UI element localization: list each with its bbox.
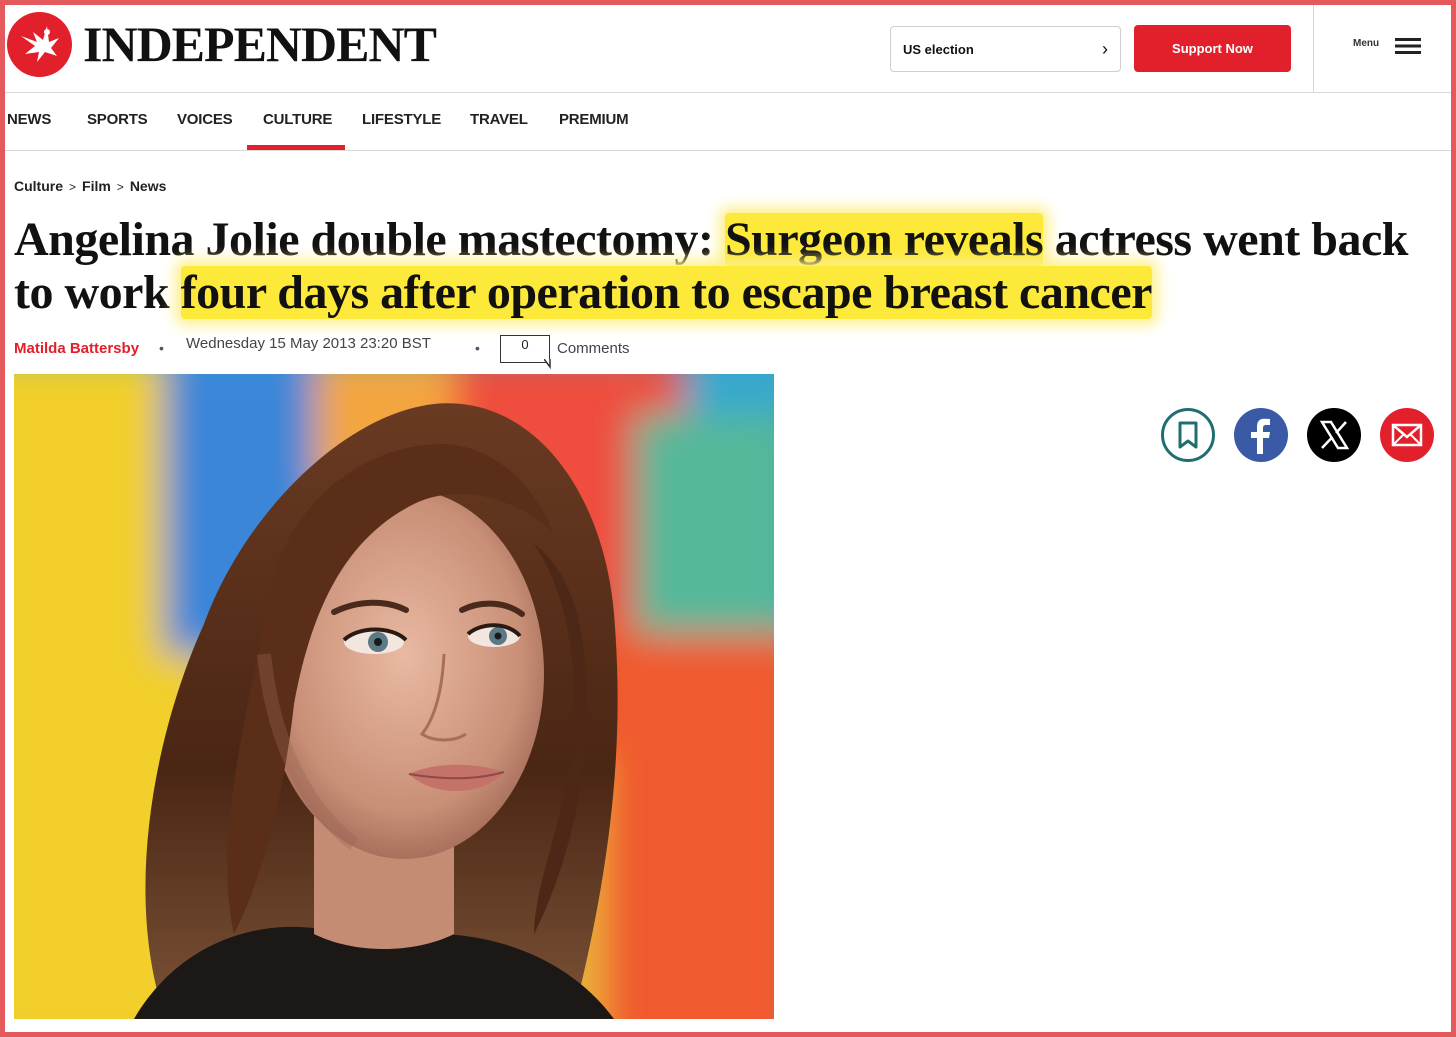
x-share-button[interactable] <box>1307 408 1361 462</box>
site-header: INDEPENDENT US election › Support Now Me… <box>5 5 1451 93</box>
facebook-share-button[interactable] <box>1234 408 1288 462</box>
article-hero-image <box>14 374 774 1019</box>
comment-count: 0 <box>521 337 529 352</box>
breadcrumb-film[interactable]: Film <box>82 178 111 194</box>
x-icon <box>1319 420 1350 450</box>
headline-text: Angelina Jolie double mastectomy: <box>14 213 725 266</box>
nav-item-travel[interactable]: TRAVEL <box>470 111 528 128</box>
comment-count-bubble[interactable]: 0 <box>500 335 550 363</box>
byline-separator-dot: • <box>159 340 164 356</box>
publish-date: Wednesday 15 May 2013 23:20 BST <box>186 335 431 352</box>
portrait-photo <box>14 374 774 1019</box>
us-election-label: US election <box>903 41 974 57</box>
byline-separator-dot: • <box>475 340 480 356</box>
us-election-button[interactable]: US election › <box>890 26 1121 72</box>
eagle-logo-icon[interactable] <box>7 12 72 77</box>
nav-item-news[interactable]: NEWS <box>7 111 51 128</box>
breadcrumb-separator: > <box>69 180 77 194</box>
comments-link[interactable]: Comments <box>557 340 630 357</box>
facebook-icon <box>1251 418 1270 454</box>
site-logo-wordmark[interactable]: INDEPENDENT <box>83 17 437 71</box>
article-headline: Angelina Jolie double mastectomy: Surgeo… <box>14 213 1434 319</box>
breadcrumb-news[interactable]: News <box>130 178 167 194</box>
headline-highlight: Surgeon reveals <box>724 213 1044 266</box>
breadcrumb-culture[interactable]: Culture <box>14 178 63 194</box>
nav-item-premium[interactable]: PREMIUM <box>559 111 629 128</box>
bookmark-icon <box>1178 421 1198 449</box>
section-nav: NEWS SPORTS VOICES CULTURE LIFESTYLE TRA… <box>5 93 1451 151</box>
breadcrumb-separator: > <box>116 180 124 194</box>
chevron-right-icon: › <box>1102 38 1108 59</box>
byline: Matilda Battersby • Wednesday 15 May 201… <box>14 335 714 371</box>
headline-highlight: four days after operation to escape brea… <box>180 266 1152 319</box>
active-tab-indicator <box>247 145 345 150</box>
speech-bubble-tail-icon <box>544 359 551 369</box>
nav-item-lifestyle[interactable]: LIFESTYLE <box>362 111 441 128</box>
nav-item-sports[interactable]: SPORTS <box>87 111 148 128</box>
author-link[interactable]: Matilda Battersby <box>14 340 139 357</box>
bookmark-button[interactable] <box>1161 408 1215 462</box>
article-page: INDEPENDENT US election › Support Now Me… <box>5 5 1451 1032</box>
hamburger-menu-icon[interactable] <box>1395 37 1421 55</box>
support-now-button[interactable]: Support Now <box>1134 25 1291 72</box>
email-icon <box>1391 423 1423 447</box>
header-divider <box>1313 5 1314 93</box>
menu-label[interactable]: Menu <box>1353 38 1379 49</box>
breadcrumb: Culture > Film > News <box>14 178 166 194</box>
email-share-button[interactable] <box>1380 408 1434 462</box>
nav-item-culture[interactable]: CULTURE <box>263 111 332 128</box>
nav-item-voices[interactable]: VOICES <box>177 111 233 128</box>
